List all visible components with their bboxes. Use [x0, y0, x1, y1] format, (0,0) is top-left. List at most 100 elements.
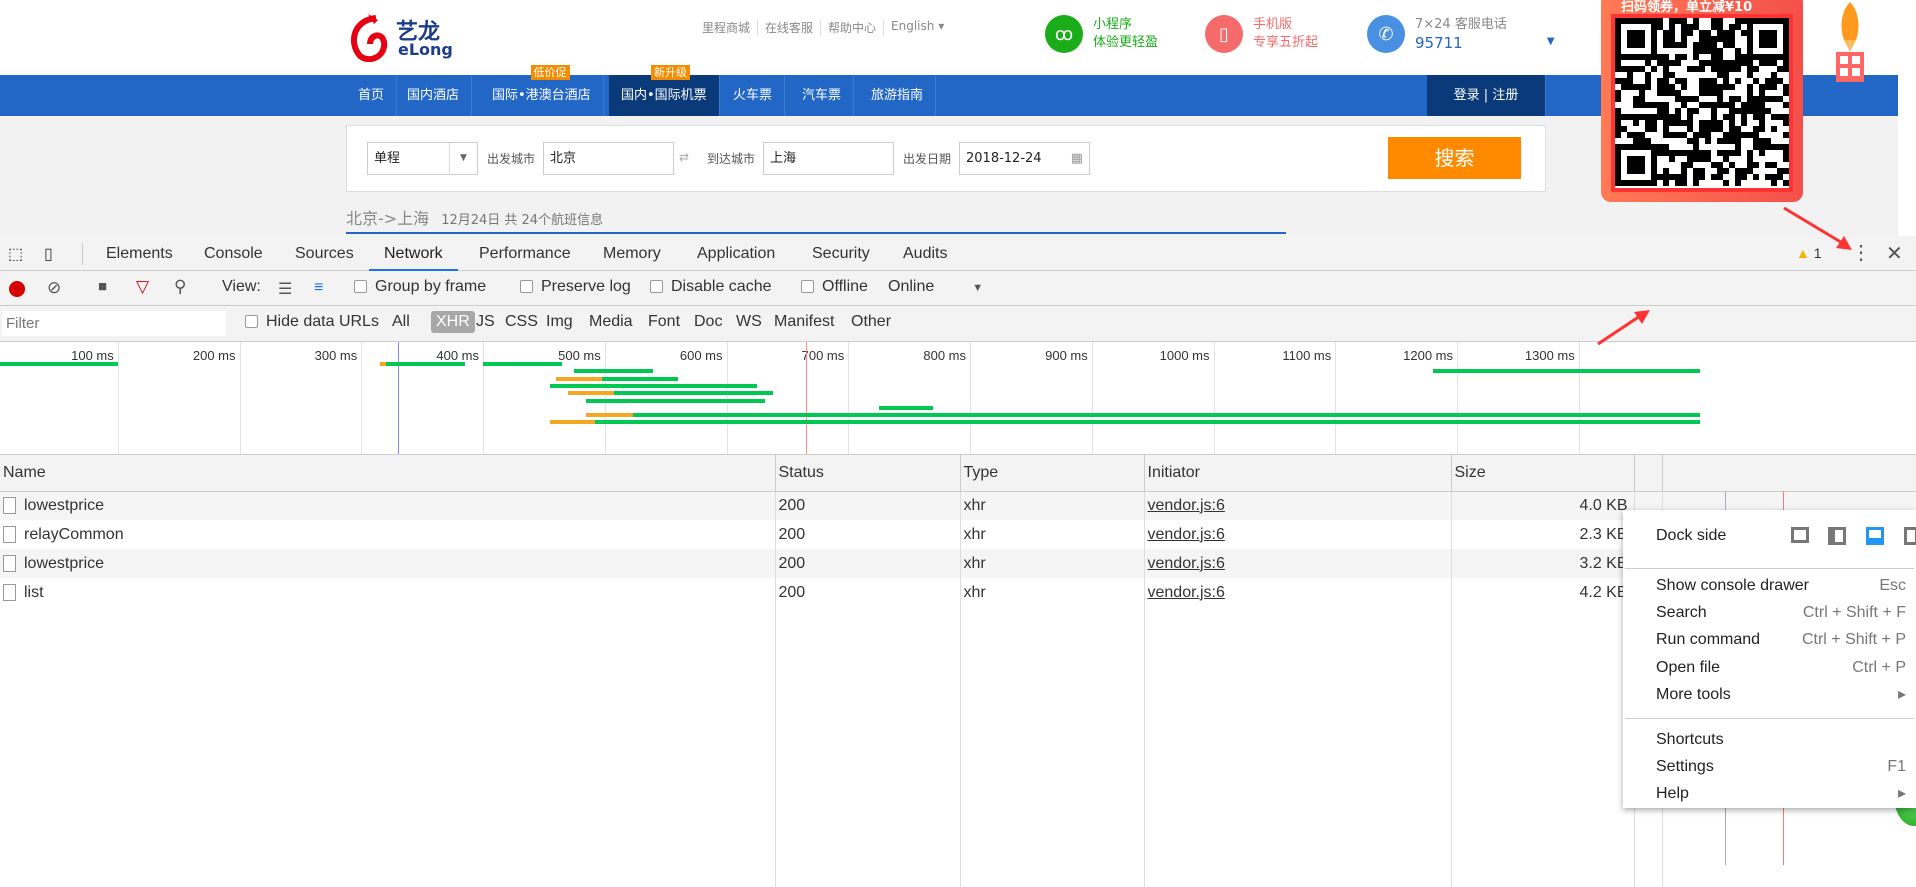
disable-cache-checkbox[interactable]: Disable cache [650, 278, 772, 296]
filter-input[interactable] [2, 311, 226, 336]
initiator-link[interactable]: vendor.js:6 [1148, 497, 1225, 514]
from-city-input[interactable]: 北京 [543, 142, 674, 175]
nav-item[interactable]: 国内酒店 [395, 75, 473, 116]
hotline-promo[interactable]: ✆ 7×24 客服电话 95711 ▼ [1367, 15, 1555, 53]
preserve-log-checkbox[interactable]: Preserve log [520, 278, 631, 296]
network-overview-timeline[interactable]: 100 ms 200 ms 300 ms 400 ms 500 ms 600 ms 700 … [0, 342, 1916, 455]
mini-program-icon: ꝏ [1045, 15, 1083, 53]
menu-item-run-command[interactable]: Run command Ctrl + Shift + P [1656, 626, 1908, 653]
search-button[interactable]: 搜索 [1388, 137, 1521, 179]
nav-item[interactable]: 旅游指南 [859, 75, 937, 116]
elong-logo[interactable]: 艺龙 eLong [346, 12, 453, 63]
tab-elements[interactable]: Elements [106, 236, 173, 271]
top-link[interactable]: 在线客服 [758, 19, 822, 36]
column-name[interactable]: Name [0, 455, 776, 492]
nav-item[interactable]: 国内•国际机票 新升级 [609, 65, 720, 116]
mini-program-promo[interactable]: ꝏ 小程序 体验更轻盈 [1045, 15, 1158, 53]
date-input[interactable]: 2018-12-24 ▦ [959, 142, 1090, 175]
top-link[interactable]: 帮助中心 [821, 19, 885, 36]
swap-cities-icon[interactable]: ⇄ [679, 150, 689, 164]
filter-type-css[interactable]: CSS [505, 313, 538, 331]
devtools-tab-bar: ⬚ ▯ Elements Console Sources Network Perform… [0, 236, 1916, 271]
hide-data-urls-checkbox[interactable]: Hide data URLs [245, 313, 379, 331]
close-icon[interactable]: ✕ [1886, 241, 1903, 266]
tab-audits[interactable]: Audits [903, 236, 947, 271]
search-icon[interactable]: ⚲ [174, 277, 186, 297]
filter-type-xhr[interactable]: XHR [431, 311, 475, 333]
timeline-download-bar [385, 362, 465, 366]
column-type[interactable]: Type [960, 455, 1145, 492]
chevron-down-icon[interactable]: ▼ [1547, 36, 1555, 47]
filter-type-ws[interactable]: WS [736, 313, 762, 331]
nav-item[interactable]: 火车票 [721, 75, 786, 116]
capture-screenshots-icon[interactable]: ■ [98, 278, 107, 295]
menu-item-show-console-drawer[interactable]: Show console drawer Esc [1656, 572, 1908, 599]
tab-memory[interactable]: Memory [603, 236, 661, 271]
network-toolbar: ⊘ ■ ▽ ⚲ View: ☰ ≡ Group by frame Preserv… [0, 271, 1916, 306]
menu-item-shortcuts[interactable]: Shortcuts [1656, 726, 1908, 753]
language-select[interactable]: English ▾ [884, 19, 951, 36]
rocket-qr-icon[interactable] [1830, 0, 1870, 84]
list-view-icon[interactable]: ☰ [278, 279, 292, 299]
filter-type-manifest[interactable]: Manifest [774, 313, 834, 331]
column-initiator[interactable]: Initiator [1144, 455, 1452, 492]
offline-checkbox[interactable]: Offline [801, 278, 868, 296]
nav-item[interactable]: 首页 [346, 75, 398, 116]
filter-type-font[interactable]: Font [648, 313, 680, 331]
trip-type-select[interactable]: 单程 ▼ [367, 142, 478, 175]
nav-item[interactable]: 国际•港澳台酒店 低价促 [480, 65, 604, 116]
filter-type-other[interactable]: Other [851, 313, 891, 331]
inspect-element-icon[interactable]: ⬚ [8, 244, 23, 264]
timeline-download-bar [602, 376, 678, 381]
timeline-tick-label: 400 ms [436, 348, 479, 363]
timeline-tick-label: 900 ms [1045, 348, 1088, 363]
annotation-arrow [1783, 206, 1852, 250]
filter-type-media[interactable]: Media [589, 313, 633, 331]
record-icon[interactable] [9, 281, 25, 297]
menu-item-open-file[interactable]: Open file Ctrl + P [1656, 654, 1908, 681]
filter-type-doc[interactable]: Doc [694, 313, 722, 331]
menu-item-help[interactable]: Help ▸ [1656, 780, 1908, 807]
filter-type-js[interactable]: JS [476, 313, 495, 331]
webpage: 艺龙 eLong 里程商城 在线客服 帮助中心 English ▾ ꝏ 小程序体… [0, 0, 1898, 236]
login-register-link[interactable]: 登录 | 注册 [1427, 75, 1546, 116]
tab-console[interactable]: Console [204, 236, 263, 271]
menu-item-more-tools[interactable]: More tools ▸ [1656, 681, 1908, 708]
device-toolbar-icon[interactable]: ▯ [44, 244, 53, 264]
dock-right-icon[interactable] [1904, 527, 1916, 545]
filter-icon[interactable]: ▽ [136, 277, 149, 297]
throttling-select[interactable]: Online ▼ [888, 278, 983, 296]
dock-bottom-icon[interactable] [1866, 527, 1884, 545]
initiator-link[interactable]: vendor.js:6 [1148, 584, 1225, 601]
menu-item-search[interactable]: Search Ctrl + Shift + F [1656, 599, 1908, 626]
file-icon [3, 497, 16, 515]
dock-left-icon[interactable] [1828, 527, 1846, 545]
group-by-frame-checkbox[interactable]: Group by frame [354, 278, 486, 296]
tab-network[interactable]: Network [369, 236, 458, 271]
nav-item[interactable]: 汽车票 [790, 75, 855, 116]
timeline-download-bar [0, 362, 118, 366]
filter-type-all[interactable]: All [392, 313, 410, 331]
column-status[interactable]: Status [775, 455, 961, 492]
tab-application[interactable]: Application [697, 236, 775, 271]
column-waterfall[interactable] [1662, 455, 1916, 492]
column-size[interactable]: Size [1451, 455, 1635, 492]
qr-coupon-popup[interactable]: 扫码领券，单立减¥10 [1601, 0, 1803, 202]
tab-sources[interactable]: Sources [295, 236, 354, 271]
initiator-link[interactable]: vendor.js:6 [1148, 526, 1225, 543]
timeline-wait-bar [549, 420, 595, 425]
timeline-gridline [239, 342, 241, 454]
tab-performance[interactable]: Performance [479, 236, 571, 271]
undock-icon[interactable] [1791, 527, 1809, 543]
clear-icon[interactable]: ⊘ [47, 278, 61, 298]
menu-item-settings[interactable]: Settings F1 [1656, 753, 1908, 780]
filter-type-img[interactable]: Img [546, 313, 573, 331]
to-city-input[interactable]: 上海 [763, 142, 894, 175]
mobile-promo[interactable]: ▯ 手机版 专享五折起 [1205, 15, 1318, 53]
initiator-link[interactable]: vendor.js:6 [1148, 555, 1225, 572]
tab-security[interactable]: Security [812, 236, 870, 271]
annotation-arrow [1597, 310, 1650, 346]
top-link[interactable]: 里程商城 [695, 19, 759, 36]
waterfall-view-icon[interactable]: ≡ [314, 279, 323, 297]
timeline-download-bar [614, 391, 773, 396]
